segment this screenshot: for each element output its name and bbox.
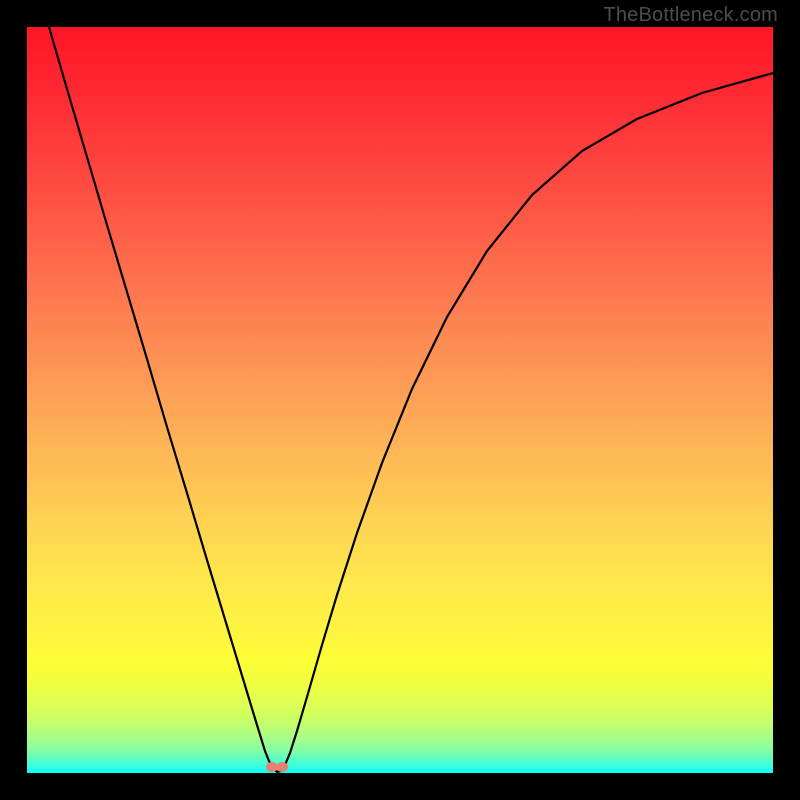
curve-svg [27, 27, 773, 773]
plot-area [27, 27, 773, 773]
min-marker-2 [276, 762, 288, 772]
bottleneck-curve [49, 27, 773, 772]
watermark-text: TheBottleneck.com [603, 4, 778, 27]
